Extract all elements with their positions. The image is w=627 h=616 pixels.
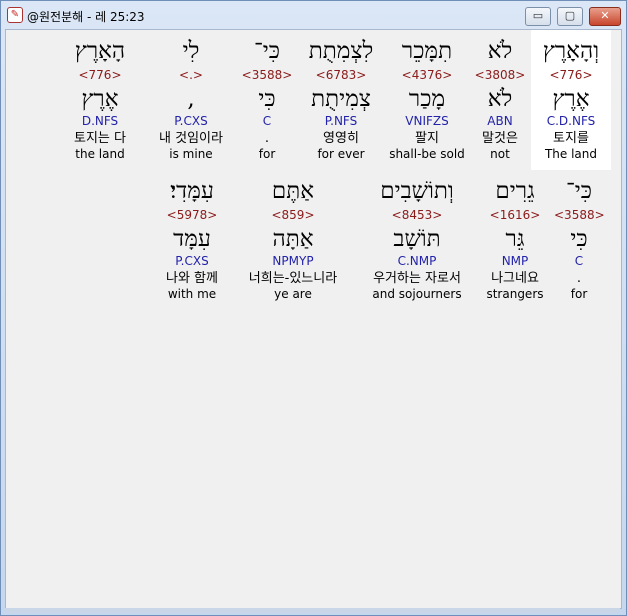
morphology-code: NPMYP: [272, 254, 314, 268]
hebrew-word: לֹא: [487, 38, 513, 64]
verse-line-1: וְהָאָרֶץ <776> אֶרֶץ C.D.NFS 토지를 The la…: [6, 30, 621, 170]
hebrew-word: תִמָּכֵר: [401, 38, 453, 64]
hebrew-lemma: לֹא: [487, 86, 513, 112]
hebrew-word: הָאָרֶץ: [74, 38, 126, 64]
korean-gloss: 너희는-있느니라: [248, 271, 338, 286]
strong-number: <4376>: [401, 68, 453, 82]
strong-number: <776>: [78, 68, 122, 82]
word-column[interactable]: אַתֶּם <859> אַתָּה NPMYP 너희는-있느니라 ye ar…: [234, 172, 352, 303]
hebrew-lemma: אַתָּה: [272, 226, 314, 252]
strong-number: <6783>: [315, 68, 367, 82]
morphology-code: C: [574, 254, 584, 268]
close-button[interactable]: ✕: [589, 7, 621, 26]
english-gloss: and sojourners: [372, 287, 462, 301]
morphology-code: D.NFS: [81, 114, 119, 128]
word-column[interactable]: וְהָאָרֶץ <776> אֶרֶץ C.D.NFS 토지를 The la…: [531, 30, 611, 170]
korean-gloss: 토지는 다: [74, 131, 126, 146]
english-gloss: shall-be sold: [389, 147, 465, 161]
morphology-code: ABN: [487, 114, 513, 128]
hebrew-word: לִצְמִתֻת: [308, 38, 374, 64]
korean-gloss: 나그네요: [491, 271, 539, 286]
english-gloss: ye are: [274, 287, 312, 301]
word-column[interactable]: גֵרִים <1616> גֵּר NMP 나그네요 strangers: [480, 172, 550, 303]
hebrew-word: גֵרִים: [495, 178, 535, 204]
korean-gloss: 나와 함께: [166, 271, 218, 286]
english-gloss: for: [570, 287, 588, 301]
hebrew-word: כִּי־: [253, 38, 281, 64]
word-column[interactable]: לִי <.> , P.CXS 내 것임이라 is mine: [146, 30, 236, 163]
korean-gloss: 영영히: [323, 131, 359, 146]
interlinear-pane: וְהָאָרֶץ <776> אֶרֶץ C.D.NFS 토지를 The la…: [5, 29, 622, 609]
strong-number: <5978>: [166, 208, 218, 222]
strong-number: <3808>: [474, 68, 526, 82]
application-window: ✎ @원전분해 - 레 25:23 ▭ ▢ ✕ וְהָאָרֶץ <776> …: [0, 0, 627, 616]
strong-number: <8453>: [391, 208, 443, 222]
morphology-code: C: [262, 114, 272, 128]
strong-number: <3588>: [554, 208, 605, 222]
word-column[interactable]: לֹא <3808> לֹא ABN 말것은 not: [466, 30, 534, 163]
korean-gloss: .: [576, 271, 582, 286]
hebrew-lemma: אֶרֶץ: [552, 86, 590, 112]
english-gloss: The land: [544, 147, 598, 161]
hebrew-lemma: מָכַר: [408, 86, 446, 112]
minimize-button[interactable]: ▭: [525, 7, 551, 26]
korean-gloss: 우거하는 자로서: [373, 271, 461, 286]
strong-number: <3588>: [241, 68, 293, 82]
word-column[interactable]: עִמָּדִי׃ <5978> עִמָּד P.CXS 나와 함께 with…: [152, 172, 232, 303]
korean-gloss: 내 것임이라: [159, 131, 223, 146]
korean-gloss: 말것은: [482, 131, 518, 146]
app-icon[interactable]: ✎: [7, 7, 23, 23]
english-gloss: for ever: [317, 147, 365, 161]
strong-number: <859>: [271, 208, 315, 222]
word-column[interactable]: וְתוֹשָׁבִים <8453> תּוֹשָׁב C.NMP 우거하는 …: [358, 172, 476, 303]
hebrew-word: אַתֶּם: [271, 178, 315, 204]
hebrew-lemma: אֶרֶץ: [81, 86, 119, 112]
korean-gloss: 팔지: [415, 131, 439, 146]
hebrew-lemma: תּוֹשָׁב: [393, 226, 441, 252]
english-gloss: with me: [167, 287, 217, 301]
morphology-code: NMP: [501, 254, 529, 268]
morphology-code: P.CXS: [175, 254, 209, 268]
word-column[interactable]: לִצְמִתֻת <6783> צְמִיתֻת P.NFS 영영히 for …: [300, 30, 382, 163]
hebrew-word: וְהָאָרֶץ: [542, 38, 600, 64]
word-column[interactable]: כִּי־ <3588> כִּי C . for: [554, 172, 605, 303]
title-bar[interactable]: ✎ @원전분해 - 레 25:23 ▭ ▢ ✕: [1, 1, 626, 29]
morphology-code: P.CXS: [174, 114, 208, 128]
english-gloss: not: [490, 147, 510, 161]
morphology-code: C.D.NFS: [546, 114, 596, 128]
hebrew-word: כִּי־: [565, 178, 593, 204]
english-gloss: for: [258, 147, 276, 161]
hebrew-word: וְתוֹשָׁבִים: [380, 178, 454, 204]
strong-number: <1616>: [489, 208, 541, 222]
english-gloss: the land: [75, 147, 125, 161]
strong-number: <776>: [549, 68, 593, 82]
word-column[interactable]: תִמָּכֵר <4376> מָכַר VNIFZS 팔지 shall-be…: [384, 30, 470, 163]
morphology-code: P.NFS: [324, 114, 358, 128]
morphology-code: VNIFZS: [405, 114, 449, 128]
hebrew-lemma: צְמִיתֻת: [311, 86, 371, 112]
morphology-code: C.NMP: [397, 254, 437, 268]
window-bottom-border: [5, 608, 620, 613]
korean-gloss: .: [264, 131, 270, 146]
window-title: @원전분해 - 레 25:23: [27, 10, 145, 24]
verse-line-2: כִּי־ <3588> כִּי C . for גֵרִים <1616> …: [6, 172, 621, 312]
maximize-button[interactable]: ▢: [557, 7, 583, 26]
hebrew-lemma: כִּי: [570, 226, 588, 252]
korean-gloss: 토지를: [553, 131, 589, 146]
word-column[interactable]: הָאָרֶץ <776> אֶרֶץ D.NFS 토지는 다 the land: [58, 30, 142, 163]
english-gloss: strangers: [486, 287, 544, 301]
hebrew-lemma: גֵּר: [505, 226, 525, 252]
english-gloss: is mine: [169, 147, 213, 161]
hebrew-word: עִמָּדִי׃: [170, 178, 214, 204]
hebrew-lemma: ,: [187, 86, 195, 112]
strong-number: <.>: [179, 68, 203, 82]
hebrew-lemma: כִּי: [258, 86, 276, 112]
hebrew-word: לִי: [182, 38, 200, 64]
word-column[interactable]: כִּי־ <3588> כִּי C . for: [240, 30, 294, 163]
hebrew-lemma: עִמָּד: [173, 226, 211, 252]
